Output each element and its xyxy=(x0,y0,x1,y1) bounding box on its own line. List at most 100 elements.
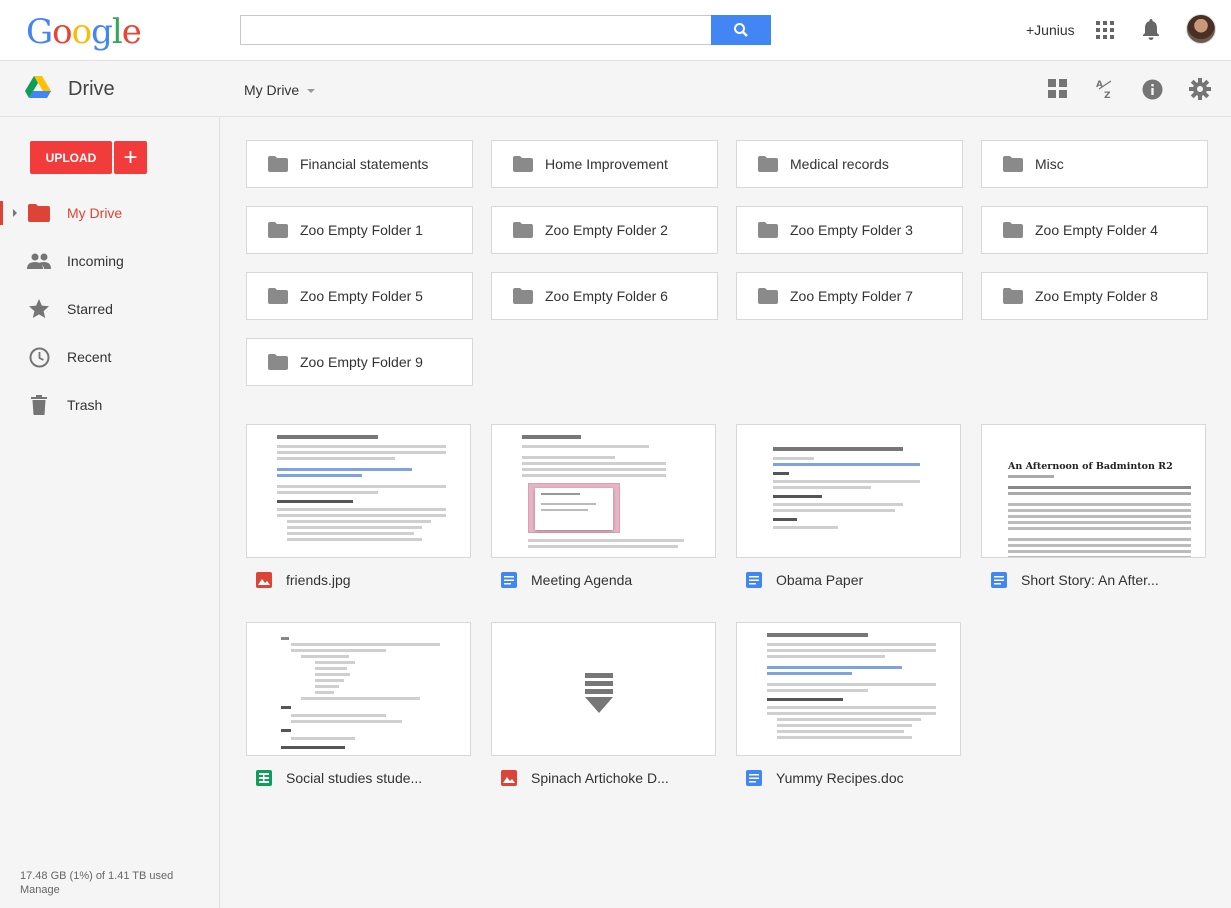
breadcrumb[interactable]: My Drive xyxy=(244,82,316,98)
folder-item[interactable]: Zoo Empty Folder 6 xyxy=(491,272,718,320)
upload-button[interactable]: UPLOAD xyxy=(30,141,112,174)
drive-toolbar: Drive My Drive A Z xyxy=(0,60,1231,117)
sidebar-item-recent[interactable]: Recent xyxy=(0,337,219,377)
file-name: Spinach Artichoke D... xyxy=(531,770,669,786)
folder-item[interactable]: Zoo Empty Folder 5 xyxy=(246,272,473,320)
grid-view-icon xyxy=(1048,79,1067,98)
folder-item[interactable]: Zoo Empty Folder 3 xyxy=(736,206,963,254)
folder-name: Zoo Empty Folder 9 xyxy=(300,354,423,370)
file-name: Short Story: An After... xyxy=(1021,572,1159,588)
folder-icon xyxy=(268,156,288,172)
notifications-bell-icon[interactable] xyxy=(1141,19,1161,41)
sidebar-item-label: Starred xyxy=(67,301,113,317)
file-thumbnail xyxy=(246,622,471,756)
folder-icon xyxy=(1003,288,1023,304)
file-name: Obama Paper xyxy=(776,572,864,588)
folder-icon xyxy=(268,354,288,370)
folder-name: Misc xyxy=(1035,156,1064,172)
file-thumbnail xyxy=(491,622,716,756)
storage-usage: 17.48 GB (1%) of 1.41 TB used xyxy=(20,870,174,882)
search-icon xyxy=(734,23,748,37)
file-thumbnail xyxy=(246,424,471,558)
folder-name: Medical records xyxy=(790,156,889,172)
info-icon xyxy=(1142,79,1162,99)
search-button[interactable] xyxy=(711,15,771,45)
sidebar: UPLOAD + My Drive Incoming Starred Recen… xyxy=(0,118,220,908)
folder-icon xyxy=(758,222,778,238)
file-item[interactable]: An Afternoon of Badminton R2 Short Story… xyxy=(981,424,1206,604)
file-thumbnail xyxy=(736,622,961,756)
folder-icon xyxy=(513,288,533,304)
people-icon xyxy=(27,249,51,273)
folder-name: Home Improvement xyxy=(545,156,668,172)
sort-az-icon: A Z xyxy=(1096,80,1112,100)
thumbnail-title: An Afternoon of Badminton R2 xyxy=(1008,461,1173,472)
sidebar-item-incoming[interactable]: Incoming xyxy=(0,241,219,281)
folder-icon xyxy=(513,156,533,172)
caret-right-icon[interactable] xyxy=(13,209,17,217)
folder-item[interactable]: Zoo Empty Folder 7 xyxy=(736,272,963,320)
folder-icon xyxy=(758,288,778,304)
folder-item[interactable]: Zoo Empty Folder 8 xyxy=(981,272,1208,320)
app-title: Drive xyxy=(68,78,115,100)
sidebar-item-label: My Drive xyxy=(67,205,123,221)
file-thumbnail: An Afternoon of Badminton R2 xyxy=(981,424,1206,558)
spreadsheet-file-icon xyxy=(256,770,272,786)
gear-icon xyxy=(1189,78,1211,100)
folder-item[interactable]: Zoo Empty Folder 1 xyxy=(246,206,473,254)
sidebar-item-label: Recent xyxy=(67,349,112,365)
star-icon xyxy=(27,297,51,321)
clock-icon xyxy=(27,345,51,369)
file-item[interactable]: friends.jpg xyxy=(246,424,471,604)
file-name: Social studies stude... xyxy=(286,770,423,786)
details-button[interactable] xyxy=(1141,78,1163,100)
image-file-icon xyxy=(501,770,517,786)
new-button[interactable]: + xyxy=(114,141,147,174)
sort-button[interactable]: A Z xyxy=(1094,78,1116,100)
folder-item[interactable]: Zoo Empty Folder 4 xyxy=(981,206,1208,254)
avatar[interactable] xyxy=(1186,14,1216,44)
doc-file-icon xyxy=(501,572,517,588)
file-item[interactable]: Obama Paper xyxy=(736,424,961,604)
top-bar: Google +Junius xyxy=(0,0,1231,60)
folder-name: Zoo Empty Folder 7 xyxy=(790,288,913,304)
folder-icon xyxy=(513,222,533,238)
folder-icon xyxy=(1003,222,1023,238)
folder-icon xyxy=(1003,156,1023,172)
folder-name: Zoo Empty Folder 2 xyxy=(545,222,668,238)
file-thumbnail xyxy=(736,424,961,558)
folder-name: Zoo Empty Folder 4 xyxy=(1035,222,1158,238)
sidebar-item-trash[interactable]: Trash xyxy=(0,385,219,425)
file-item[interactable]: Yummy Recipes.doc xyxy=(736,622,961,802)
folder-name: Financial statements xyxy=(300,156,429,172)
drive-logo-icon[interactable] xyxy=(25,76,51,100)
grid-view-button[interactable] xyxy=(1047,78,1069,100)
folder-icon xyxy=(268,222,288,238)
svg-text:Z: Z xyxy=(1104,91,1111,100)
folder-item[interactable]: Home Improvement xyxy=(491,140,718,188)
folder-item[interactable]: Zoo Empty Folder 9 xyxy=(246,338,473,386)
main-content: Financial statements Home Improvement Me… xyxy=(221,118,1231,908)
folder-name: Zoo Empty Folder 1 xyxy=(300,222,423,238)
folder-item[interactable]: Financial statements xyxy=(246,140,473,188)
apps-grid-icon[interactable] xyxy=(1096,21,1114,39)
file-item[interactable]: Social studies stude... xyxy=(246,622,471,802)
file-item[interactable]: Meeting Agenda xyxy=(491,424,716,604)
doc-file-icon xyxy=(746,572,762,588)
file-thumbnail xyxy=(491,424,716,558)
file-item[interactable]: Spinach Artichoke D... xyxy=(491,622,716,802)
file-name: Meeting Agenda xyxy=(531,572,633,588)
user-profile-link[interactable]: +Junius xyxy=(1026,22,1075,38)
download-icon xyxy=(585,673,613,713)
folder-item[interactable]: Misc xyxy=(981,140,1208,188)
folder-item[interactable]: Medical records xyxy=(736,140,963,188)
sidebar-item-my-drive[interactable]: My Drive xyxy=(0,193,219,233)
manage-storage-link[interactable]: Manage xyxy=(20,883,173,897)
google-logo[interactable]: Google xyxy=(26,12,142,52)
sidebar-item-starred[interactable]: Starred xyxy=(0,289,219,329)
search-input[interactable] xyxy=(240,15,712,45)
settings-button[interactable] xyxy=(1189,78,1211,100)
trash-icon xyxy=(27,393,51,417)
file-name: friends.jpg xyxy=(286,572,351,588)
folder-item[interactable]: Zoo Empty Folder 2 xyxy=(491,206,718,254)
